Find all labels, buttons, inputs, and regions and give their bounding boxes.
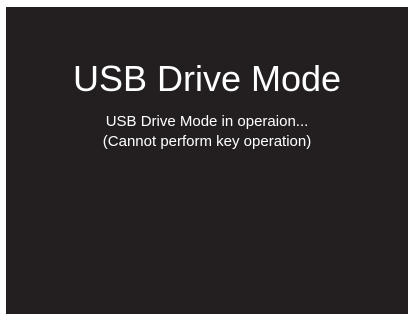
restriction-message: (Cannot perform key operation) <box>102 133 312 150</box>
usb-drive-mode-screen: USB Drive Mode USB Drive Mode in operaio… <box>6 7 408 314</box>
status-message: USB Drive Mode in operaion... <box>105 113 309 130</box>
screen-title: USB Drive Mode <box>72 58 342 99</box>
